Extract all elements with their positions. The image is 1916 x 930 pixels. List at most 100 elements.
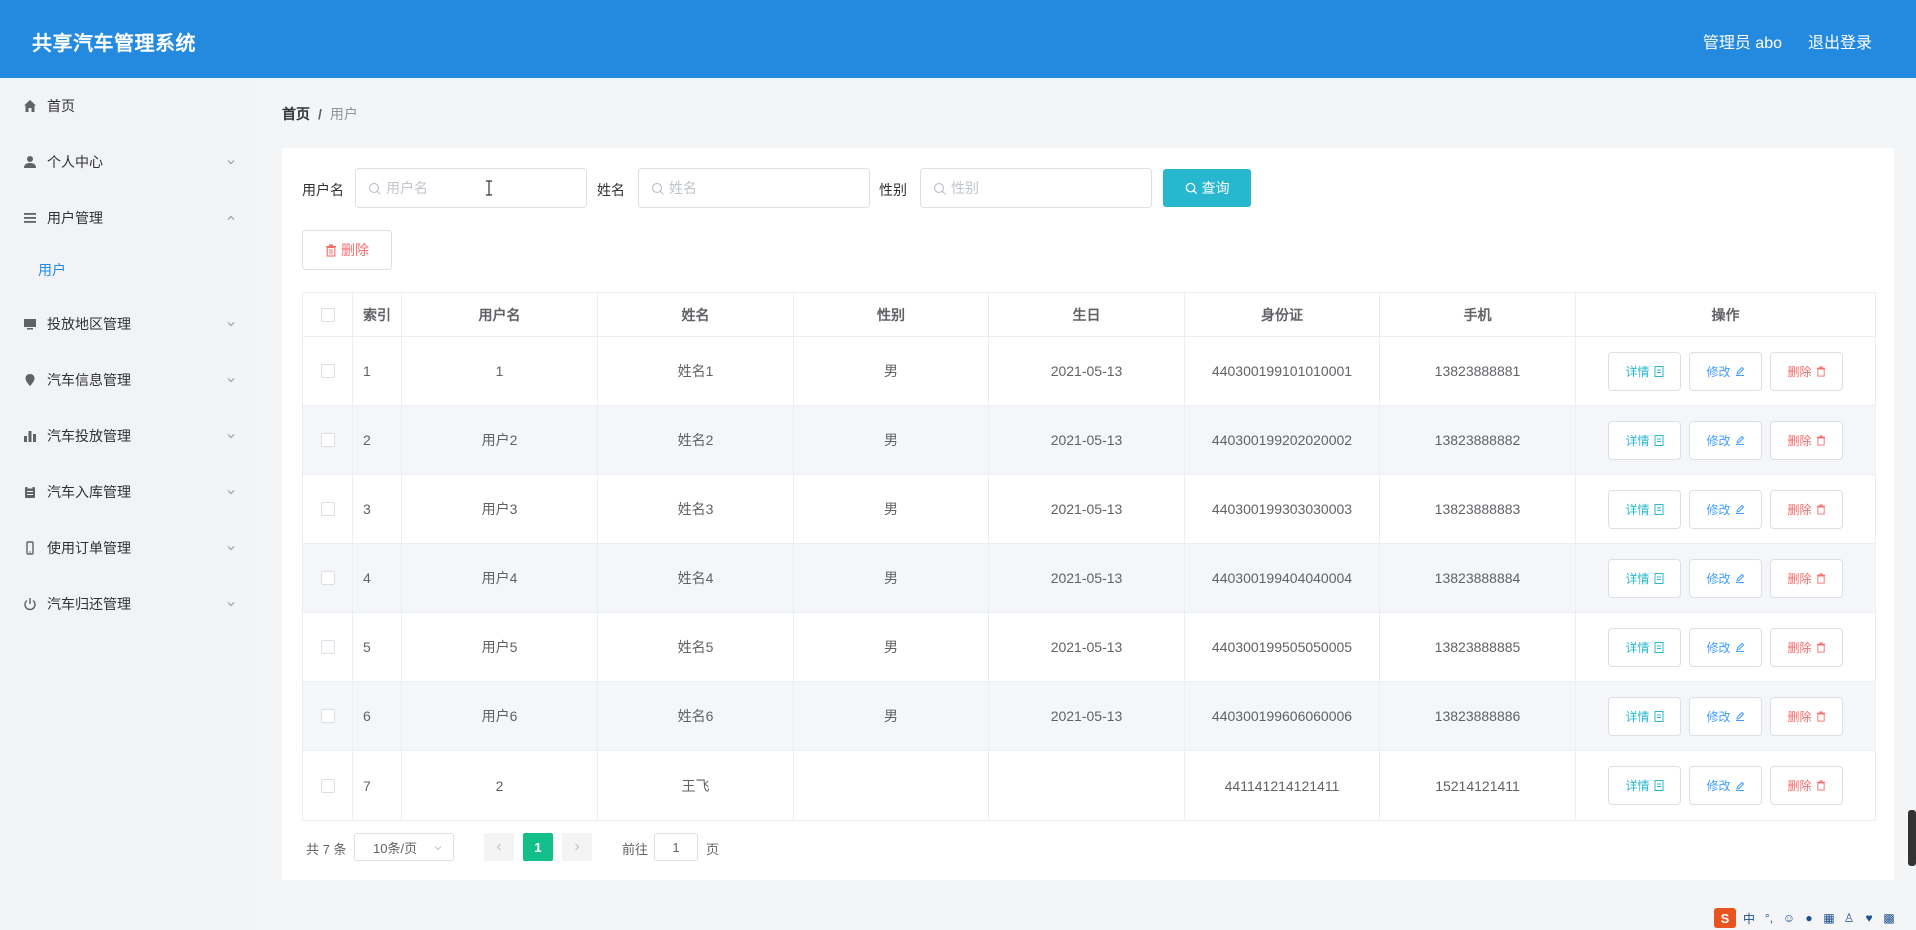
edit-button[interactable]: 修改 [1689,627,1762,667]
trash-icon [1816,711,1825,722]
cell-sex: 男 [794,613,989,681]
page-unit-label: 页 [706,842,720,857]
table-row: 6 用户6 姓名6 男 2021-05-13 440300199606060006 1382… [303,682,1875,751]
edit-label: 修改 [1706,779,1731,793]
chevron-down-icon [227,490,235,495]
edit-button[interactable]: 修改 [1689,489,1762,529]
sidebar-item-car-return[interactable]: 汽车归还管理 [0,584,256,624]
page-scrollbar[interactable] [1908,810,1916,866]
row-checkbox[interactable] [320,640,335,654]
select-all-checkbox[interactable] [320,307,335,322]
location-icon [22,372,38,388]
detail-button[interactable]: 详情 [1608,696,1681,736]
username-search-field[interactable] [355,168,587,208]
detail-label: 详情 [1625,433,1650,448]
sidebar-subitem-users[interactable]: 用户 [0,250,256,290]
sidebar-item-car-deploy[interactable]: 汽车投放管理 [0,416,256,456]
batch-delete-button[interactable]: 删除 [302,230,392,270]
edit-button[interactable]: 修改 [1689,558,1762,598]
cell-id-card: 440300199101010001 [1185,337,1380,405]
emoji-icon[interactable]: ☺ [1782,911,1796,925]
document-icon [1654,780,1663,791]
row-checkbox[interactable] [320,433,335,447]
cell-index: 4 [353,544,402,612]
breadcrumb-current: 用户 [329,106,358,122]
name-search-field[interactable] [638,168,870,208]
page-number-current[interactable]: 1 [523,833,553,861]
row-checkbox[interactable] [320,364,335,378]
sidebar-item-label: 汽车入库管理 [47,484,131,500]
edit-button[interactable]: 修改 [1689,766,1762,805]
trash-icon [1816,573,1825,584]
user-center-icon[interactable]: ♙ [1842,911,1856,925]
skin-icon[interactable]: ♥ [1862,911,1876,925]
delete-label: 删除 [1787,364,1812,379]
goto-page-input[interactable] [654,833,698,861]
detail-button[interactable]: 详情 [1608,489,1681,529]
breadcrumb-home[interactable]: 首页 [282,106,310,122]
logout-link[interactable]: 退出登录 [1808,29,1872,53]
next-page-button[interactable] [562,833,592,861]
cell-operations: 详情 修改 删除 [1576,682,1875,750]
sex-search-input[interactable] [951,177,1141,199]
cell-index: 6 [353,682,402,750]
row-checkbox[interactable] [320,502,335,516]
detail-button[interactable]: 详情 [1608,420,1681,460]
query-button[interactable]: 查询 [1163,169,1251,207]
punctuation-icon[interactable]: °, [1762,911,1776,925]
sidebar-item-region[interactable]: 投放地区管理 [0,304,256,344]
edit-icon [1735,781,1744,791]
trash-icon [1816,435,1825,446]
table-row: 4 用户4 姓名4 男 2021-05-13 440300199404040004 1382… [303,544,1875,613]
edit-button[interactable]: 修改 [1689,696,1762,736]
row-checkbox[interactable] [320,571,335,585]
name-search-input[interactable] [669,177,859,199]
cell-birthday: 2021-05-13 [989,682,1185,750]
delete-button[interactable]: 删除 [1770,766,1843,805]
edit-button[interactable]: 修改 [1689,351,1762,391]
sidebar-item-label: 汽车归还管理 [47,596,131,612]
sidebar-item-orders[interactable]: 使用订单管理 [0,528,256,568]
row-checkbox[interactable] [320,709,335,723]
sidebar-item-user-management[interactable]: 用户管理 [0,198,256,238]
sidebar-item-car-info[interactable]: 汽车信息管理 [0,360,256,400]
username-search-input[interactable] [386,177,576,199]
cell-phone: 13823888886 [1380,682,1576,750]
cell-name: 姓名3 [598,475,794,543]
delete-button[interactable]: 删除 [1770,627,1843,667]
row-checkbox[interactable] [320,778,335,793]
delete-button[interactable]: 删除 [1770,420,1843,460]
table-row: 1 1 姓名1 男 2021-05-13 440300199101010001 138238… [303,337,1875,406]
delete-button[interactable]: 删除 [1770,351,1843,391]
cell-id-card: 440300199606060006 [1185,682,1380,750]
detail-button[interactable]: 详情 [1608,351,1681,391]
users-table: 索引 用户名 姓名 性别 生日 身份证 手机 操作 1 1 姓名1 男 2021-05-… [302,292,1876,821]
ime-mode-toggle[interactable]: 中 [1742,911,1756,926]
keyboard-icon[interactable]: ▦ [1822,911,1836,925]
sex-search-field[interactable] [920,168,1152,208]
delete-button[interactable]: 删除 [1770,558,1843,598]
monitor-icon [22,316,38,332]
cell-operations: 详情 修改 删除 [1576,613,1875,681]
settings-grid-icon[interactable]: ▩ [1882,911,1896,925]
sidebar-item-car-storage[interactable]: 汽车入库管理 [0,472,256,512]
sidebar-item-profile[interactable]: 个人中心 [0,142,256,182]
ime-logo-icon[interactable]: S [1714,908,1736,928]
app-title: 共享汽车管理系统 [32,33,196,55]
document-icon [1654,572,1663,584]
detail-button[interactable]: 详情 [1608,558,1681,598]
table-body: 1 1 姓名1 男 2021-05-13 440300199101010001 138238… [303,337,1875,820]
edit-button[interactable]: 修改 [1689,420,1762,460]
microphone-icon[interactable]: ● [1802,911,1816,925]
chevron-down-icon [227,602,235,607]
pagination: 共 7 条 10条/页 1 前往 页 [302,832,1102,862]
delete-button[interactable]: 删除 [1770,696,1843,736]
delete-button[interactable]: 删除 [1770,489,1843,529]
sidebar-item-home[interactable]: 首页 [0,86,256,126]
detail-button[interactable]: 详情 [1608,627,1681,667]
prev-page-button[interactable] [484,833,514,861]
document-icon [1654,710,1663,722]
sidebar-item-label: 个人中心 [47,154,103,170]
page-size-select[interactable]: 10条/页 [354,833,454,861]
detail-button[interactable]: 详情 [1608,766,1681,805]
